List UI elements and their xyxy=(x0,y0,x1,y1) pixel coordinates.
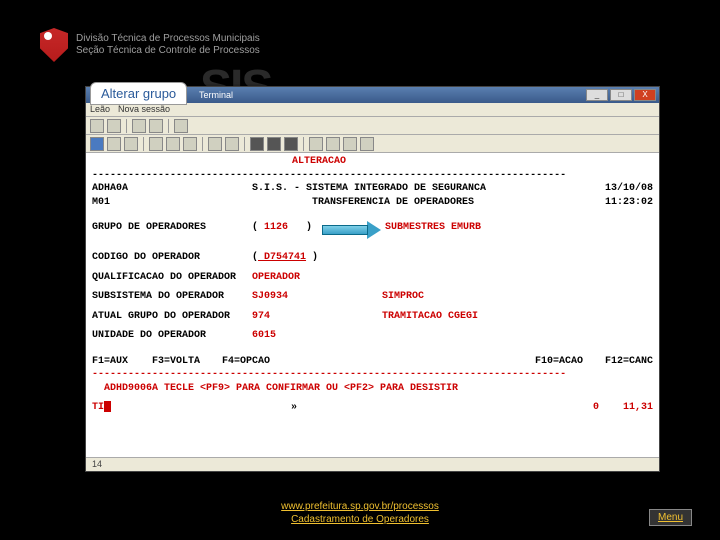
qualif-value: OPERADOR xyxy=(252,271,300,285)
separator xyxy=(143,137,144,151)
tool-icon[interactable] xyxy=(149,137,163,151)
tool-icon[interactable] xyxy=(149,119,163,133)
field-label: UNIDADE DO OPERADOR xyxy=(92,329,252,343)
toolbar-secondary xyxy=(86,135,659,153)
cursor-icon xyxy=(104,401,111,412)
field-label: SUBSISTEMA DO OPERADOR xyxy=(92,290,252,304)
arrow-icon xyxy=(322,221,381,239)
cursor-pos: 11,31 xyxy=(623,401,653,415)
header-text: Divisão Técnica de Processos Municipais … xyxy=(76,33,260,57)
status-num: 14 xyxy=(92,459,102,469)
mode-label: ALTERACAO xyxy=(292,155,346,169)
divider: ----------------------------------------… xyxy=(92,169,653,183)
tool-icon[interactable] xyxy=(90,137,104,151)
separator xyxy=(126,119,127,133)
tool-icon[interactable] xyxy=(166,137,180,151)
field-label: ATUAL GRUPO DO OPERADOR xyxy=(92,310,252,324)
window-title: Terminal xyxy=(199,90,233,100)
tool-icon[interactable] xyxy=(107,119,121,133)
tool-icon[interactable] xyxy=(107,137,121,151)
separator xyxy=(303,137,304,151)
fkey: F4=OPCAO xyxy=(222,355,302,369)
field-label: QUALIFICACAO DO OPERADOR xyxy=(92,271,252,285)
tool-icon[interactable] xyxy=(284,137,298,151)
tool-icon[interactable] xyxy=(326,137,340,151)
maximize-button[interactable]: □ xyxy=(610,89,632,101)
separator xyxy=(244,137,245,151)
footer-link-url[interactable]: www.prefeitura.sp.gov.br/processos xyxy=(0,500,720,513)
unidade-value: 6015 xyxy=(252,329,276,343)
date: 13/10/08 xyxy=(605,182,653,196)
fkey: F10=ACAO xyxy=(535,355,605,369)
system-subtitle: TRANSFERENCIA DE OPERADORES xyxy=(312,196,474,210)
close-button[interactable]: X xyxy=(634,89,656,101)
separator xyxy=(168,119,169,133)
ti-label: TI xyxy=(92,401,104,415)
tool-icon[interactable] xyxy=(267,137,281,151)
toolbar-primary xyxy=(86,117,659,135)
tool-icon[interactable] xyxy=(124,137,138,151)
tool-icon[interactable] xyxy=(90,119,104,133)
paren-close: ) xyxy=(306,251,318,265)
paren-close: ) xyxy=(288,221,312,239)
field-label: GRUPO DE OPERADORES xyxy=(92,221,252,239)
tool-icon[interactable] xyxy=(208,137,222,151)
time: 11:23:02 xyxy=(605,196,653,210)
tool-icon[interactable] xyxy=(174,119,188,133)
app-header: Divisão Técnica de Processos Municipais … xyxy=(40,28,260,62)
shield-icon xyxy=(40,28,68,62)
tool-icon[interactable] xyxy=(343,137,357,151)
tool-icon[interactable] xyxy=(360,137,374,151)
zero: 0 xyxy=(593,401,623,415)
terminal-body[interactable]: ALTERACAO ------------------------------… xyxy=(86,153,659,417)
subsis-value: SJ0934 xyxy=(252,290,382,304)
arrows: » xyxy=(291,401,297,415)
menubar[interactable]: Leão Nova sessão xyxy=(86,103,659,117)
menu-button[interactable]: Menu xyxy=(649,509,692,526)
tool-icon[interactable] xyxy=(225,137,239,151)
fkey: F3=VOLTA xyxy=(152,355,222,369)
tool-icon[interactable] xyxy=(309,137,323,151)
header-line2: Seção Técnica de Controle de Processos xyxy=(76,45,260,57)
grupo-input[interactable]: 1126 xyxy=(258,221,288,239)
terminal-window: Terminal _ □ X Leão Nova sessão xyxy=(85,86,660,472)
window-controls: _ □ X xyxy=(586,89,656,101)
fkey: F12=CANC xyxy=(605,355,653,369)
footer-link-cadastro[interactable]: Cadastramento de Operadores xyxy=(0,513,720,526)
minimize-button[interactable]: _ xyxy=(586,89,608,101)
subsis-desc: SIMPROC xyxy=(382,290,424,304)
tool-icon[interactable] xyxy=(183,137,197,151)
menu-item[interactable]: Nova sessão xyxy=(118,104,170,115)
tab-alterar-grupo[interactable]: Alterar grupo xyxy=(90,82,187,105)
atual-value: 974 xyxy=(252,310,382,324)
footer-links: www.prefeitura.sp.gov.br/processos Cadas… xyxy=(0,500,720,526)
field-label: CODIGO DO OPERADOR xyxy=(92,251,252,265)
separator xyxy=(202,137,203,151)
tool-icon[interactable] xyxy=(250,137,264,151)
fkey: F1=AUX xyxy=(92,355,152,369)
screen-id: ADHA0A xyxy=(92,182,252,196)
atual-desc: TRAMITACAO CGEGI xyxy=(382,310,478,324)
tool-icon[interactable] xyxy=(132,119,146,133)
header-line1: Divisão Técnica de Processos Municipais xyxy=(76,33,260,45)
codigo-input[interactable]: D754741 xyxy=(258,251,306,265)
menu-item[interactable]: Leão xyxy=(90,104,110,115)
grupo-desc: SUBMESTRES EMURB xyxy=(385,221,481,239)
confirm-message: ADHD9006A TECLE <PF9> PARA CONFIRMAR OU … xyxy=(92,382,653,396)
divider: ----------------------------------------… xyxy=(92,368,653,382)
statusbar: 14 xyxy=(86,457,659,471)
system-title: S.I.S. - SISTEMA INTEGRADO DE SEGURANCA xyxy=(252,182,486,196)
m01: M01 xyxy=(92,196,252,210)
